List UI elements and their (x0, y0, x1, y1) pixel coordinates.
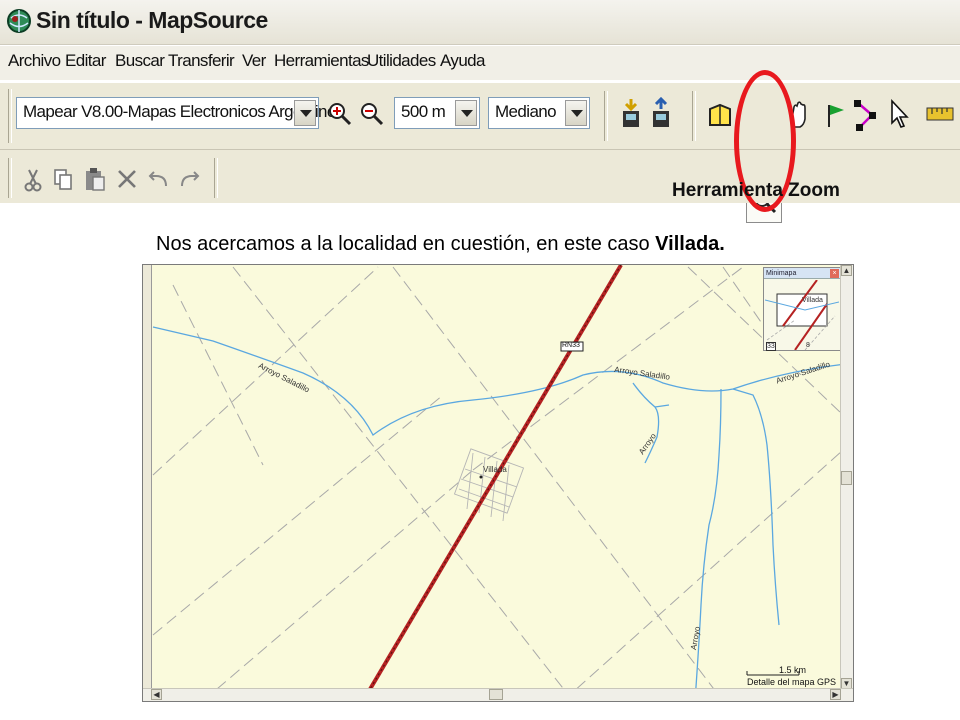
minimap-town-label: Villada (802, 297, 823, 304)
menu-buscar[interactable]: Buscar (115, 51, 165, 71)
chevron-down-icon[interactable] (565, 100, 587, 126)
cut-icon[interactable] (22, 168, 44, 192)
menu-archivo[interactable]: Archivo (8, 51, 61, 71)
delete-icon[interactable] (116, 168, 138, 190)
undo-icon[interactable] (146, 170, 170, 190)
minimap-route-badge: 33 (766, 342, 776, 351)
toolbar-grip[interactable] (8, 158, 12, 198)
map-product-select[interactable]: Mapear V8.00-Mapas Electronicos Argentin… (16, 97, 344, 129)
chevron-down-icon[interactable] (294, 100, 316, 126)
scroll-up-icon[interactable]: ▲ (841, 265, 852, 276)
detail-source-label: Detalle del mapa GPS (747, 677, 837, 687)
close-icon[interactable]: × (830, 269, 839, 278)
zoom-tool-annotation-label: Herramienta Zoom (672, 180, 840, 201)
measure-ruler-icon[interactable] (926, 105, 954, 123)
waypoint-flag-icon[interactable] (824, 101, 848, 129)
menu-herramientas[interactable]: Herramientas (274, 51, 369, 71)
map-left-edge (143, 265, 152, 701)
minimap-canvas[interactable] (765, 280, 839, 350)
toolbar-separator (692, 91, 696, 141)
zoom-scale-value: 500 m (401, 102, 446, 121)
window-title: Sin título - MapSource (36, 7, 268, 33)
paste-icon[interactable] (84, 166, 106, 192)
redo-icon[interactable] (178, 170, 202, 190)
route-tool-icon[interactable] (852, 99, 882, 131)
map-canvas[interactable] (143, 265, 854, 702)
minimap-panel[interactable]: Minimapa × Villada 33 8 (763, 267, 841, 351)
copy-icon[interactable] (52, 168, 74, 192)
instruction-caption: Nos acercamos a la localidad en cuestión… (156, 233, 725, 256)
menu-utilidades[interactable]: Utilidades (367, 51, 436, 71)
scale-distance-label: 1.5 km (779, 665, 807, 675)
menu-transferir[interactable]: Transferir (168, 51, 235, 71)
zoom-scale-select[interactable]: 500 m (394, 97, 480, 129)
toolbar-separator (214, 158, 218, 198)
caption-town-name: Villada. (655, 233, 725, 255)
menu-bar: Archivo Editar Buscar Transferir Ver Her… (0, 46, 960, 80)
scroll-left-icon[interactable]: ◀ (151, 689, 162, 700)
detail-level-value: Mediano (495, 102, 557, 121)
map-horizontal-scrollbar[interactable]: ◀ ▶ (143, 688, 853, 701)
scroll-thumb[interactable] (489, 689, 503, 700)
map-vertical-scrollbar[interactable]: ▲ ▼ (840, 265, 853, 701)
main-toolbar: Mapear V8.00-Mapas Electronicos Argentin… (0, 82, 960, 223)
toolbar-separator (604, 91, 608, 141)
minimap-title: Minimapa (764, 268, 840, 279)
zoom-in-icon[interactable] (327, 101, 353, 127)
zoom-out-icon[interactable] (359, 101, 385, 127)
menu-ver[interactable]: Ver (242, 51, 266, 71)
menu-editar[interactable]: Editar (65, 51, 106, 71)
map-select-tool-icon[interactable] (706, 101, 734, 129)
mapsource-app-icon[interactable] (6, 8, 32, 34)
caption-text: Nos acercamos a la localidad en cuestión… (156, 233, 656, 255)
selection-arrow-icon[interactable] (888, 99, 910, 129)
scroll-right-icon[interactable]: ▶ (830, 689, 841, 700)
chevron-down-icon[interactable] (455, 100, 477, 126)
town-label: Villada (483, 465, 507, 474)
menu-ayuda[interactable]: Ayuda (440, 51, 486, 71)
detail-level-select[interactable]: Mediano (488, 97, 590, 129)
toolbar-grip[interactable] (8, 89, 12, 143)
route-shield-label: RN33 (562, 342, 580, 349)
scroll-thumb[interactable] (841, 471, 852, 485)
map-view[interactable]: RN33 Villada Arroyo Saladillo Arroyo Sal… (142, 264, 854, 702)
minimap-route-badge-secondary: 8 (806, 342, 810, 349)
send-to-device-icon[interactable] (648, 97, 674, 129)
title-bar: Sin título - MapSource (0, 0, 960, 45)
receive-from-device-icon[interactable] (618, 97, 644, 129)
